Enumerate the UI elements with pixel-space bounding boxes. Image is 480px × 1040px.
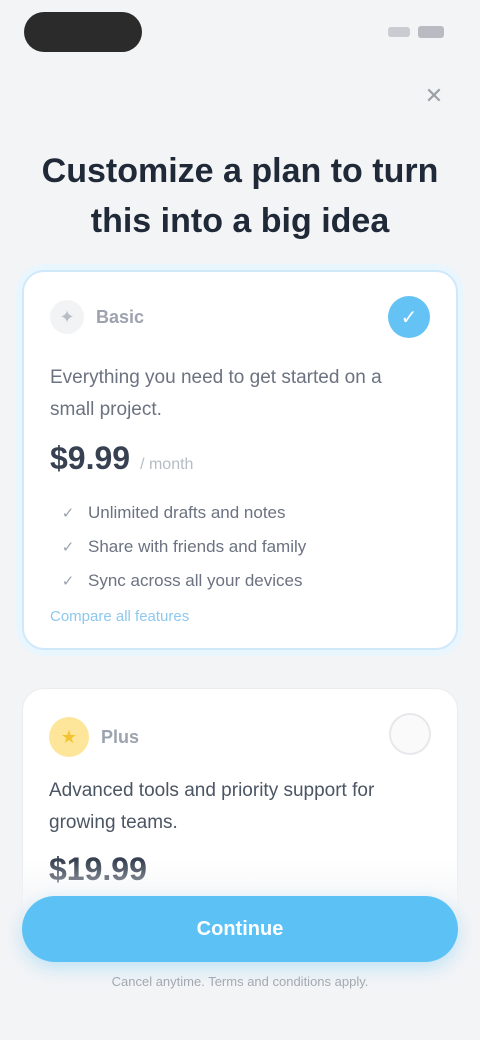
feature-label: Share with friends and family <box>88 537 307 556</box>
feature-label: Sync across all your devices <box>88 571 303 590</box>
feature-label: Unlimited drafts and notes <box>88 503 286 522</box>
compare-features-link[interactable]: Compare all features <box>50 608 189 625</box>
page-title: Customize a plan to turn this into a big… <box>41 152 439 240</box>
star-icon: ★ <box>49 717 89 757</box>
plan-card-header: ✦ Basic <box>50 300 144 334</box>
feature-item: ✓ Sync across all your devices <box>60 564 416 598</box>
close-button[interactable]: ✕ <box>418 80 450 112</box>
plan-radio-selected[interactable]: ✓ <box>388 296 430 338</box>
fine-print: Cancel anytime. Terms and conditions app… <box>111 974 369 989</box>
plan-card-header: ★ Plus <box>49 717 139 757</box>
check-icon: ✓ <box>400 306 418 329</box>
plan-selection-screen: ✕ Customize a plan to turn this into a b… <box>0 0 480 1040</box>
close-icon: ✕ <box>424 83 444 108</box>
plan-price: $9.99 <box>50 440 131 476</box>
sparkle-icon: ✦ <box>50 300 84 334</box>
continue-button[interactable]: Continue <box>22 896 458 962</box>
feature-item: ✓ Unlimited drafts and notes <box>60 496 416 530</box>
plan-name: Plus <box>101 726 140 747</box>
feature-item: ✓ Share with friends and family <box>60 530 416 564</box>
plan-card-basic[interactable]: ✦ Basic ✓ Everything you need to get sta… <box>22 270 458 650</box>
status-bar <box>0 0 480 64</box>
price-row: $9.99 / month <box>50 440 193 477</box>
feature-check-icon: ✓ <box>61 539 75 556</box>
feature-check-icon: ✓ <box>61 505 75 522</box>
plan-description: Advanced tools and priority support for … <box>49 780 375 833</box>
plan-description: Everything you need to get started on a … <box>50 367 382 420</box>
plan-period: / month <box>140 456 194 473</box>
status-icons <box>388 26 444 38</box>
feature-list: ✓ Unlimited drafts and notes ✓ Share wit… <box>60 496 416 598</box>
plan-name: Basic <box>96 306 145 327</box>
signal-icon <box>388 27 410 37</box>
battery-icon <box>418 26 444 38</box>
plan-radio-unselected[interactable] <box>389 713 431 755</box>
feature-check-icon: ✓ <box>61 573 75 590</box>
dynamic-island <box>24 12 142 52</box>
